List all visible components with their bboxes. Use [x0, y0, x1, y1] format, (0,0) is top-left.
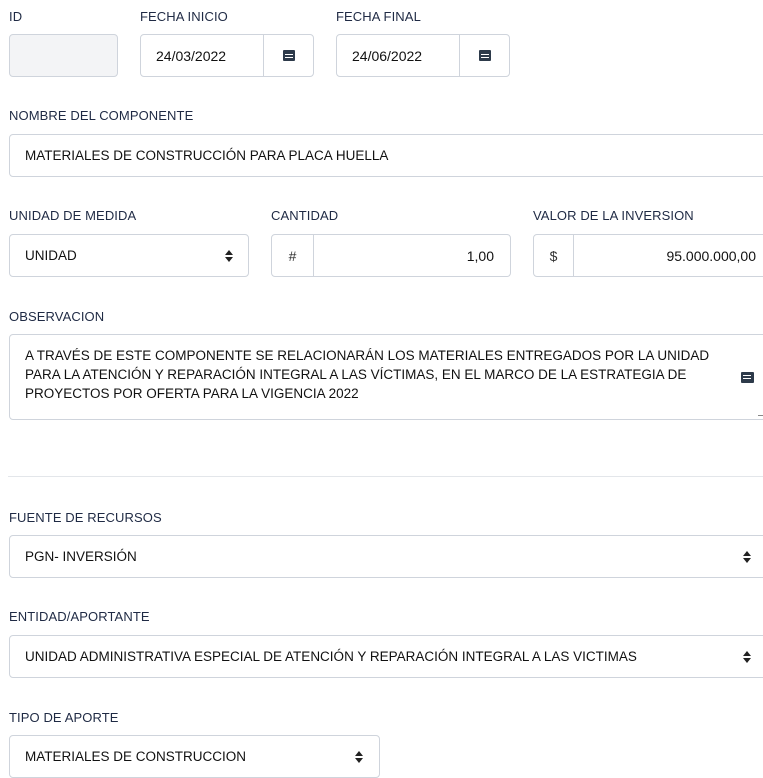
- fuente-recursos-label: FUENTE DE RECURSOS: [9, 510, 162, 525]
- observacion-line: A TRAVÉS DE ESTE COMPONENTE SE RELACIONA…: [25, 348, 710, 363]
- select-arrows-icon: [743, 651, 751, 663]
- observacion-textarea[interactable]: A TRAVÉS DE ESTE COMPONENTE SE RELACIONA…: [9, 334, 763, 420]
- resize-handle[interactable]: [758, 409, 763, 416]
- nombre-componente-value: MATERIALES DE CONSTRUCCIÓN PARA PLACA HU…: [25, 148, 389, 163]
- tipo-aporte-label: TIPO DE APORTE: [9, 710, 119, 725]
- valor-inversion-input[interactable]: $ 95.000.000,00: [533, 234, 763, 277]
- cantidad-prefix: #: [272, 235, 314, 276]
- cantidad-label: CANTIDAD: [271, 208, 339, 223]
- select-arrows-icon: [225, 250, 233, 262]
- fuente-recursos-value: PGN- INVERSIÓN: [25, 549, 137, 564]
- observacion-line: PROYECTOS POR OFERTA PARA LA VIGENCIA 20…: [25, 386, 359, 401]
- fecha-final-value: 24/06/2022: [352, 48, 423, 64]
- observacion-text: A TRAVÉS DE ESTE COMPONENTE SE RELACIONA…: [25, 346, 709, 403]
- observacion-line: PARA LA ATENCIÓN Y REPARACIÓN INTEGRAL A…: [25, 367, 687, 382]
- fecha-final-calendar-button[interactable]: [459, 35, 509, 76]
- fecha-final-label: FECHA FINAL: [336, 9, 421, 24]
- calendar-icon: [282, 50, 295, 61]
- section-divider: [8, 476, 763, 477]
- fecha-inicio-calendar-button[interactable]: [263, 35, 313, 76]
- tipo-aporte-value: MATERIALES DE CONSTRUCCION: [25, 749, 247, 764]
- valor-inversion-label: VALOR DE LA INVERSION: [533, 208, 694, 223]
- fecha-final-field[interactable]: 24/06/2022: [336, 34, 510, 77]
- entidad-aportante-select[interactable]: UNIDAD ADMINISTRATIVA ESPECIAL DE ATENCI…: [9, 635, 763, 678]
- observacion-label: OBSERVACION: [9, 309, 105, 324]
- valor-inversion-value: 95.000.000,00: [666, 248, 756, 264]
- entidad-aportante-value: UNIDAD ADMINISTRATIVA ESPECIAL DE ATENCI…: [25, 649, 637, 664]
- unidad-medida-label: UNIDAD DE MEDIDA: [9, 208, 137, 223]
- calendar-icon: [478, 50, 491, 61]
- fecha-inicio-value: 24/03/2022: [156, 48, 227, 64]
- select-arrows-icon: [743, 551, 751, 563]
- id-label: ID: [9, 9, 23, 24]
- id-field[interactable]: [9, 34, 118, 77]
- entidad-aportante-label: ENTIDAD/APORTANTE: [9, 609, 150, 624]
- nombre-componente-label: NOMBRE DEL COMPONENTE: [9, 108, 194, 123]
- nombre-componente-input[interactable]: MATERIALES DE CONSTRUCCIÓN PARA PLACA HU…: [9, 134, 763, 177]
- unidad-medida-value: UNIDAD: [25, 248, 77, 263]
- note-icon[interactable]: [741, 372, 754, 383]
- cantidad-value: 1,00: [466, 248, 494, 264]
- unidad-medida-select[interactable]: UNIDAD: [9, 234, 249, 277]
- valor-prefix: $: [534, 235, 574, 276]
- fecha-inicio-label: FECHA INICIO: [140, 9, 228, 24]
- fecha-inicio-field[interactable]: 24/03/2022: [140, 34, 314, 77]
- tipo-aporte-select[interactable]: MATERIALES DE CONSTRUCCION: [9, 735, 380, 778]
- fuente-recursos-select[interactable]: PGN- INVERSIÓN: [9, 535, 763, 578]
- select-arrows-icon: [355, 751, 363, 763]
- cantidad-input[interactable]: # 1,00: [271, 234, 511, 277]
- dollar-symbol: $: [549, 247, 558, 264]
- hash-symbol: #: [288, 247, 297, 264]
